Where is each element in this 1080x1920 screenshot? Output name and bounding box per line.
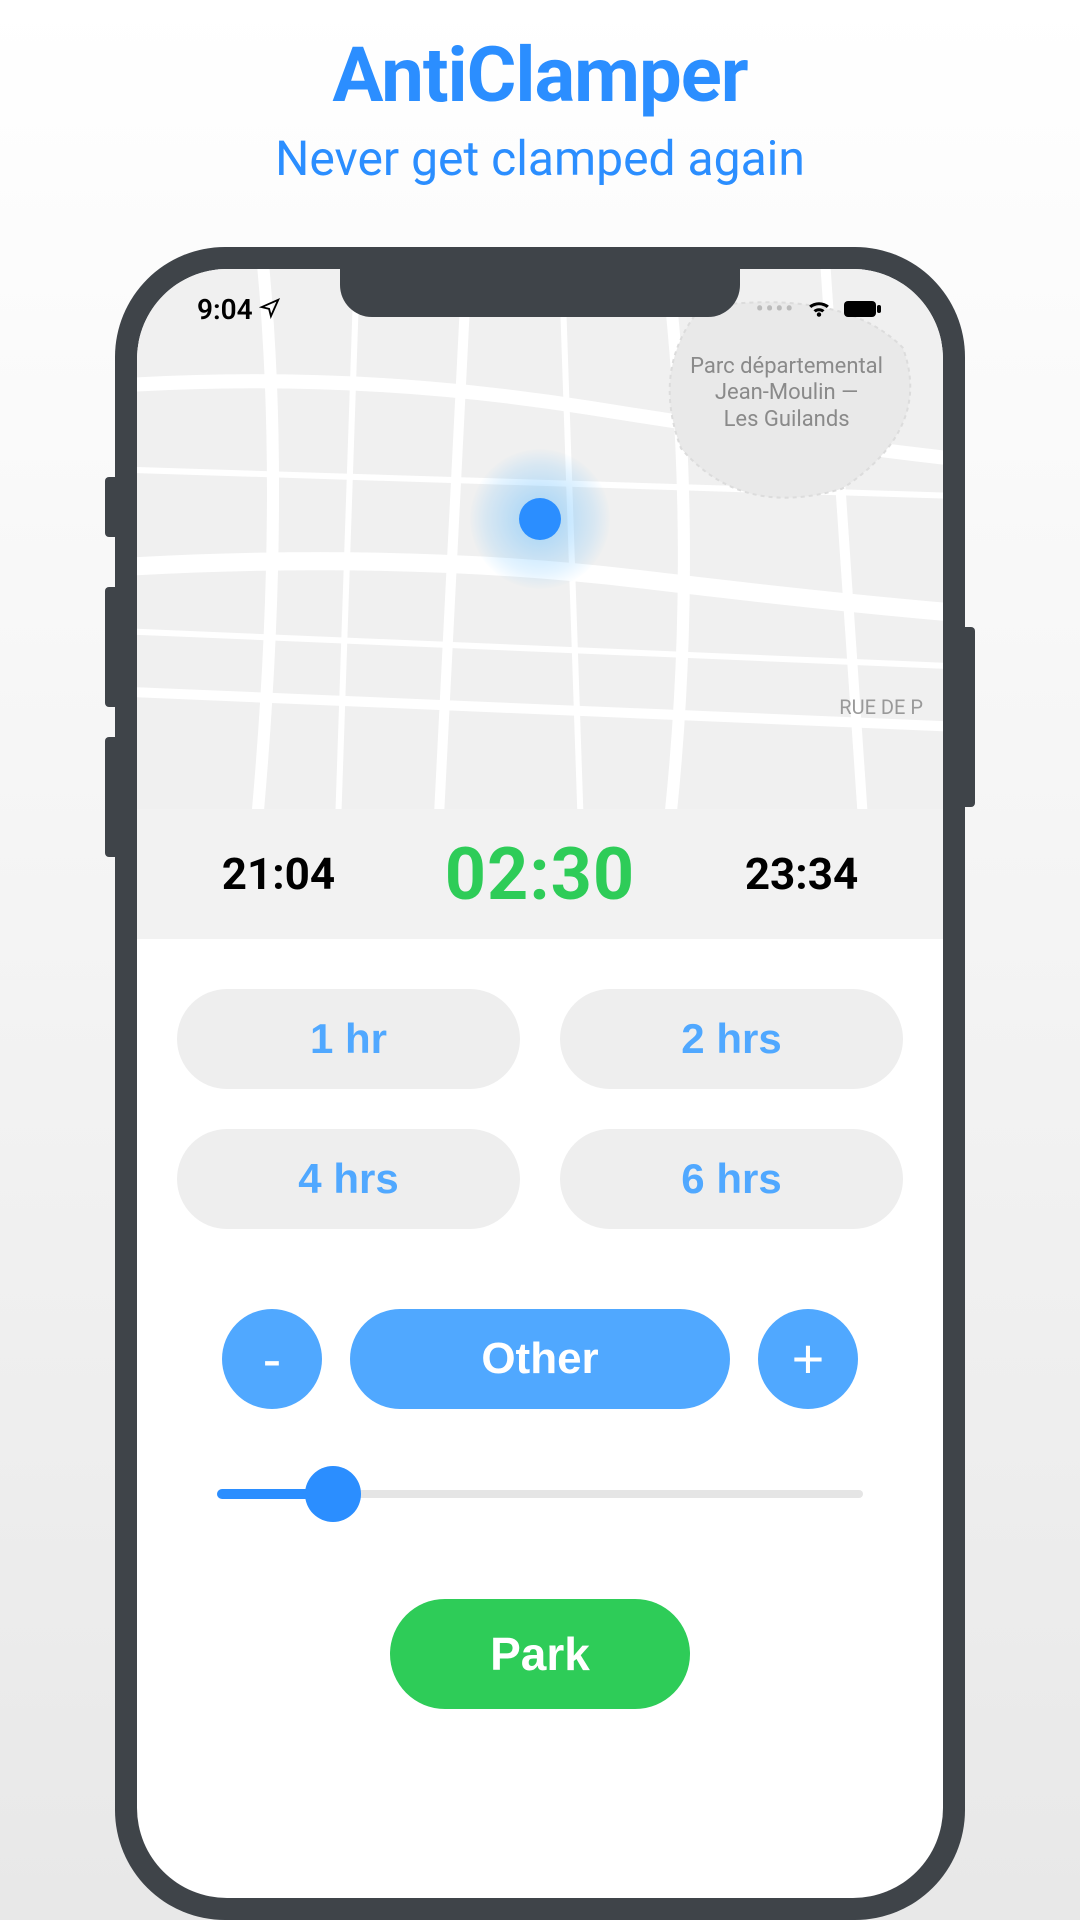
user-location-marker	[470, 449, 610, 589]
map-park-label: Parc départemental Jean-Moulin — Les Gui…	[690, 354, 883, 433]
phone-screen: 9:04 ••••	[137, 269, 943, 1898]
map-view[interactable]: Parc départemental Jean-Moulin — Les Gui…	[137, 269, 943, 809]
wifi-icon	[805, 293, 833, 326]
phone-mute-switch	[105, 477, 115, 537]
preset-2hrs-button[interactable]: 2 hrs	[560, 989, 903, 1089]
phone-volume-up	[105, 587, 115, 707]
other-button[interactable]: Other	[350, 1309, 730, 1409]
map-park-label-line2: Jean-Moulin —	[690, 380, 883, 406]
duration-slider[interactable]	[137, 1439, 943, 1549]
slider-thumb[interactable]	[305, 1466, 361, 1522]
map-park-label-line1: Parc départemental	[690, 354, 883, 380]
end-time: 23:34	[745, 848, 858, 900]
park-button[interactable]: Park	[390, 1599, 690, 1709]
map-street-label: RUE DE P	[839, 695, 923, 719]
preset-6hrs-button[interactable]: 6 hrs	[560, 1129, 903, 1229]
app-title: AntiClamper	[332, 30, 747, 120]
preset-1hr-button[interactable]: 1 hr	[177, 989, 520, 1089]
duration: 02:30	[445, 832, 636, 917]
status-time: 9:04	[197, 293, 253, 326]
app-subtitle: Never get clamped again	[275, 130, 805, 187]
other-row: - Other +	[137, 1259, 943, 1439]
phone-notch	[340, 269, 740, 317]
decrement-button[interactable]: -	[222, 1309, 322, 1409]
map-park-label-line3: Les Guilands	[690, 407, 883, 433]
preset-grid: 1 hr 2 hrs 4 hrs 6 hrs	[137, 939, 943, 1259]
phone-frame: 9:04 ••••	[115, 247, 965, 1920]
start-time: 21:04	[222, 848, 335, 900]
cellular-dots-icon: ••••	[756, 297, 795, 322]
preset-4hrs-button[interactable]: 4 hrs	[177, 1129, 520, 1229]
location-arrow-icon	[259, 293, 281, 326]
time-bar: 21:04 02:30 23:34	[137, 809, 943, 939]
phone-volume-down	[105, 737, 115, 857]
battery-icon	[843, 293, 883, 326]
phone-power-button	[965, 627, 975, 807]
increment-button[interactable]: +	[758, 1309, 858, 1409]
